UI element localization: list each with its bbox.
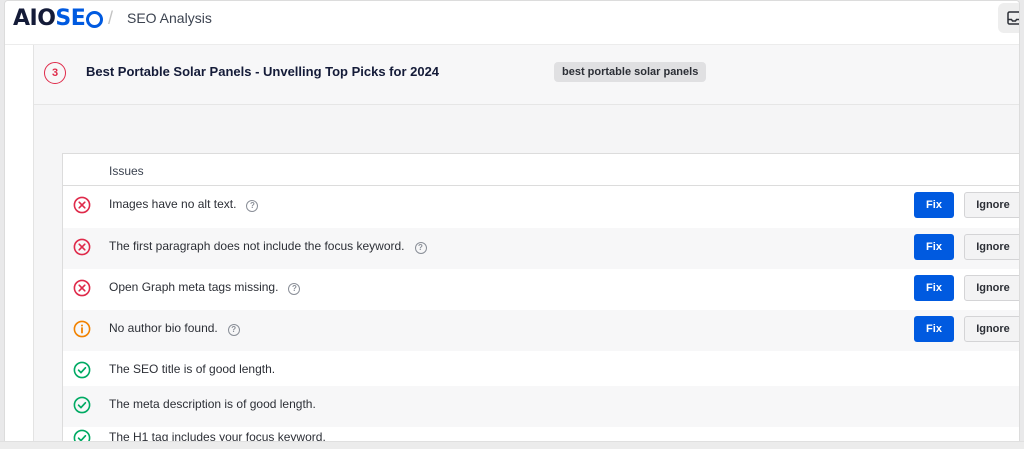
issue-text: The first paragraph does not include the…	[109, 239, 427, 254]
error-x-icon	[73, 279, 91, 297]
issues-table-header: Issues	[63, 154, 1019, 186]
issues-column-header: Issues	[109, 164, 144, 178]
issue-text: No author bio found.?	[109, 321, 240, 336]
issue-text: The SEO title is of good length.	[109, 362, 275, 376]
app-window: AIO SE / SEO Analysis 3 Best Portable Sol…	[4, 0, 1020, 449]
issue-label: Open Graph meta tags missing.	[109, 280, 279, 294]
breadcrumb-separator: /	[108, 8, 114, 28]
issues-table: Issues Images have no alt text.? Fix Ignor…	[62, 153, 1019, 448]
post-row[interactable]: 3 Best Portable Solar Panels - Unvelling…	[34, 45, 1019, 105]
issue-label: The meta description is of good length.	[109, 397, 316, 411]
issue-label: No author bio found.	[109, 321, 218, 335]
notifications-button[interactable]	[998, 3, 1019, 33]
logo-text-aio: AIO	[13, 5, 56, 31]
issue-text: Images have no alt text.?	[109, 197, 259, 212]
issue-label: The first paragraph does not include the…	[109, 239, 405, 253]
warning-info-icon	[73, 320, 91, 338]
error-x-icon	[73, 238, 91, 256]
ignore-button[interactable]: Ignore	[964, 316, 1019, 342]
aioseo-logo[interactable]: AIO SE	[13, 3, 104, 33]
issue-text: Open Graph meta tags missing.?	[109, 280, 301, 295]
focus-keyword-tag: best portable solar panels	[554, 62, 707, 82]
post-title: Best Portable Solar Panels - Unvelling T…	[86, 64, 440, 79]
top-bar: AIO SE / SEO Analysis	[5, 1, 1019, 45]
ignore-button[interactable]: Ignore	[964, 234, 1019, 260]
issue-row: The first paragraph does not include the…	[63, 228, 1019, 269]
issue-text: The meta description is of good length.	[109, 397, 316, 411]
fix-button[interactable]: Fix	[914, 275, 954, 301]
issue-label: The SEO title is of good length.	[109, 362, 276, 376]
issue-row: Images have no alt text.? Fix Ignore	[63, 186, 1019, 227]
issue-row: Open Graph meta tags missing.? Fix Ignore	[63, 269, 1019, 310]
help-icon[interactable]: ?	[227, 324, 240, 336]
error-x-icon	[73, 196, 91, 214]
page-title: SEO Analysis	[127, 10, 212, 26]
fix-button[interactable]: Fix	[914, 316, 954, 342]
ignore-button[interactable]: Ignore	[964, 275, 1019, 301]
help-icon[interactable]: ?	[414, 242, 427, 254]
analysis-panel: 3 Best Portable Solar Panels - Unvelling…	[33, 45, 1019, 448]
pass-check-icon	[73, 361, 91, 379]
seo-score-badge: 3	[44, 62, 66, 84]
logo-text-seo: SE	[55, 5, 86, 31]
issue-row: No author bio found.? Fix Ignore	[63, 310, 1019, 351]
pass-check-icon	[73, 396, 91, 414]
logo-gear-icon	[86, 10, 104, 28]
help-icon[interactable]: ?	[246, 200, 259, 212]
ignore-button[interactable]: Ignore	[964, 192, 1019, 218]
fix-button[interactable]: Fix	[914, 192, 954, 218]
fix-button[interactable]: Fix	[914, 234, 954, 260]
issue-label: Images have no alt text.	[109, 197, 237, 211]
help-icon[interactable]: ?	[288, 283, 301, 295]
bottom-scroll-strip	[0, 441, 1024, 449]
inbox-icon	[1007, 11, 1019, 25]
